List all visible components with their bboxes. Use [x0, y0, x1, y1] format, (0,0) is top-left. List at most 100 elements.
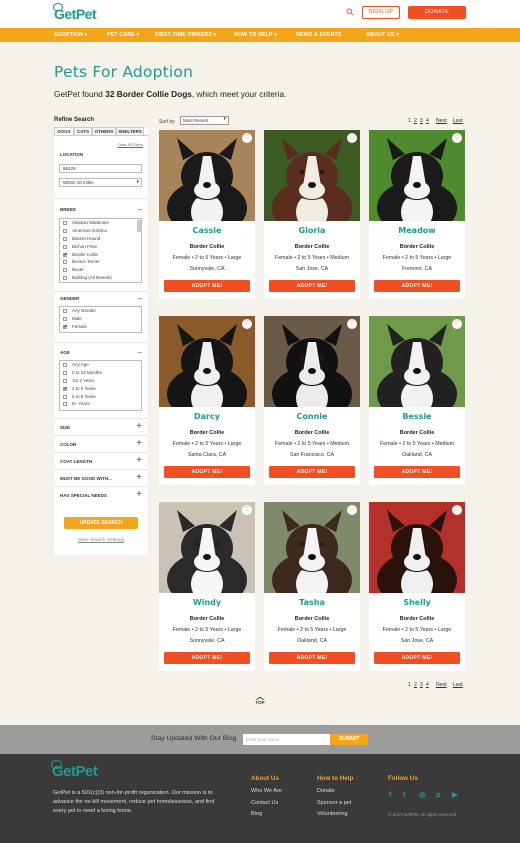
breed-option[interactable]: Boston Terrier	[60, 258, 141, 266]
pet-photo[interactable]	[159, 502, 255, 593]
twitter-icon[interactable]: t	[403, 790, 406, 799]
gender-list[interactable]: Any Gender Male Female	[59, 306, 142, 333]
collapse-breed-icon[interactable]: –	[138, 206, 142, 214]
adopt-me-button[interactable]: ADOPT ME!	[269, 652, 355, 664]
favorite-heart-icon[interactable]: ♡	[452, 133, 462, 143]
pet-photo[interactable]	[159, 130, 255, 221]
checkbox[interactable]	[63, 363, 67, 367]
pet-card[interactable]: ♡ Tasha Border Collie Female • 2 to 5 Years…	[264, 502, 360, 671]
pet-card[interactable]: ♡ Windy Border Collie Female • 2 to 5 Years…	[159, 502, 255, 671]
pet-photo[interactable]	[264, 316, 360, 407]
pet-name[interactable]: Gloria	[264, 226, 360, 235]
pet-name[interactable]: Cassie	[159, 226, 255, 235]
favorite-heart-icon[interactable]: ♡	[452, 505, 462, 515]
gender-option[interactable]: Male	[60, 315, 141, 323]
update-search-button[interactable]: UPDATE SEARCH	[64, 517, 138, 529]
breed-option[interactable]: Bulldog (All Breeds)	[60, 274, 141, 282]
search-icon[interactable]	[346, 8, 354, 16]
color-filter[interactable]: COLOR +	[54, 435, 148, 452]
pinterest-icon[interactable]: p	[436, 790, 441, 799]
checkbox[interactable]	[63, 251, 67, 259]
checkbox[interactable]	[63, 385, 67, 393]
nav-adoption[interactable]: ADOPTION ▾	[54, 28, 87, 42]
checkbox[interactable]	[63, 394, 67, 399]
pet-name[interactable]: Tasha	[264, 598, 360, 607]
save-search-link[interactable]: Save Search Settings	[54, 538, 148, 543]
page-link[interactable]: 3	[420, 118, 423, 124]
adopt-me-button[interactable]: ADOPT ME!	[164, 280, 250, 292]
tab-dogs[interactable]: DOGS	[54, 127, 74, 135]
pet-card[interactable]: ♡ Connie Border Collie Female • 2 to 5 Year…	[264, 316, 360, 485]
nav-first-time-owners[interactable]: FIRST-TIME OWNERS ▾	[155, 28, 216, 42]
favorite-heart-icon[interactable]: ♡	[347, 133, 357, 143]
breed-option[interactable]: Border Collie	[60, 251, 141, 259]
pet-card[interactable]: ♡ Shelly Border Collie Female • 2 to 5 Year…	[369, 502, 465, 671]
breed-scrollbar[interactable]	[137, 220, 141, 232]
good-with-filter[interactable]: MUST BE GOOD WITH... +	[54, 469, 148, 486]
pet-photo[interactable]	[369, 130, 465, 221]
collapse-gender-icon[interactable]: –	[138, 295, 142, 303]
page-link[interactable]: 2	[414, 682, 417, 688]
coat-length-filter[interactable]: COAT LENGTH +	[54, 452, 148, 469]
next-page-link[interactable]: Next	[436, 682, 447, 688]
favorite-heart-icon[interactable]: ♡	[347, 319, 357, 329]
checkbox[interactable]	[63, 228, 67, 233]
pet-card[interactable]: ♡ Gloria Border Collie Female • 2 to 5 Year…	[264, 130, 360, 299]
adopt-me-button[interactable]: ADOPT ME!	[374, 652, 460, 664]
radius-select[interactable]: Within 10 miles ▾	[59, 178, 142, 187]
submit-button[interactable]: SUBMIT	[330, 734, 368, 745]
checkbox[interactable]	[63, 276, 67, 281]
breed-option[interactable]: Bichon Frise	[60, 243, 141, 251]
pet-card[interactable]: ♡ Meadow Border Collie Female • 2 to 5 Year…	[369, 130, 465, 299]
last-page-link[interactable]: Last	[453, 682, 463, 688]
special-needs-filter[interactable]: HAS SPECIAL NEEDS +	[54, 486, 148, 503]
age-option[interactable]: Any Age	[60, 361, 141, 369]
breed-option[interactable]: American Eskimo	[60, 227, 141, 235]
pet-photo[interactable]	[264, 130, 360, 221]
footer-link[interactable]: Sponsor a pet	[317, 800, 351, 806]
instagram-icon[interactable]: ◎	[419, 790, 426, 799]
age-option[interactable]: 1to 2 Years	[60, 377, 141, 385]
adopt-me-button[interactable]: ADOPT ME!	[374, 280, 460, 292]
page-link[interactable]: 1	[408, 118, 411, 124]
favorite-heart-icon[interactable]: ♡	[242, 133, 252, 143]
pet-name[interactable]: Windy	[159, 598, 255, 607]
next-page-link[interactable]: Next	[436, 118, 447, 124]
checkbox[interactable]	[63, 402, 67, 407]
checkbox[interactable]	[63, 244, 67, 249]
breed-option[interactable]: Basset Hound	[60, 235, 141, 243]
footer-link[interactable]: Volunteering	[317, 811, 348, 817]
checkbox[interactable]	[63, 316, 67, 321]
nav-about-us[interactable]: ABOUT US ▾	[366, 28, 399, 42]
tab-others[interactable]: OTHERS	[92, 127, 116, 135]
page-link[interactable]: 4	[426, 118, 429, 124]
facebook-icon[interactable]: f	[389, 790, 392, 799]
age-option[interactable]: 2 to 5 Years	[60, 385, 141, 393]
favorite-heart-icon[interactable]: ♡	[242, 505, 252, 515]
favorite-heart-icon[interactable]: ♡	[452, 319, 462, 329]
sort-select[interactable]: Most Recent	[180, 116, 229, 125]
checkbox[interactable]	[63, 378, 67, 383]
pet-photo[interactable]	[159, 316, 255, 407]
checkbox[interactable]	[63, 309, 67, 313]
page-link[interactable]: 2	[414, 118, 417, 124]
age-option[interactable]: 0 to 12 Months	[60, 369, 141, 377]
sign-up-button[interactable]: SIGN UP	[362, 6, 400, 19]
age-option[interactable]: 5 to 8 Years	[60, 393, 141, 401]
adopt-me-button[interactable]: ADOPT ME!	[164, 652, 250, 664]
pet-card[interactable]: ♡ Cassie Border Collie Female • 2 to 5 Year…	[159, 130, 255, 299]
gender-option[interactable]: Any Gender	[60, 307, 141, 315]
pet-name[interactable]: Shelly	[369, 598, 465, 607]
checkbox[interactable]	[63, 236, 67, 241]
footer-logo[interactable]: GetPet	[51, 760, 98, 780]
pet-name[interactable]: Connie	[264, 412, 360, 421]
breed-option[interactable]: Alaskan Malamute	[60, 219, 141, 227]
last-page-link[interactable]: Last	[453, 118, 463, 124]
footer-link[interactable]: Who We Are	[251, 788, 282, 794]
pet-photo[interactable]	[369, 502, 465, 593]
favorite-heart-icon[interactable]: ♡	[347, 505, 357, 515]
email-input[interactable]: Enter your email	[243, 734, 330, 745]
pet-card[interactable]: ♡ Bessie Border Collie Female • 2 to 5 Year…	[369, 316, 465, 485]
clear-filters-link[interactable]: Clear All Filters	[117, 143, 143, 147]
tab-cats[interactable]: CATS	[74, 127, 92, 135]
